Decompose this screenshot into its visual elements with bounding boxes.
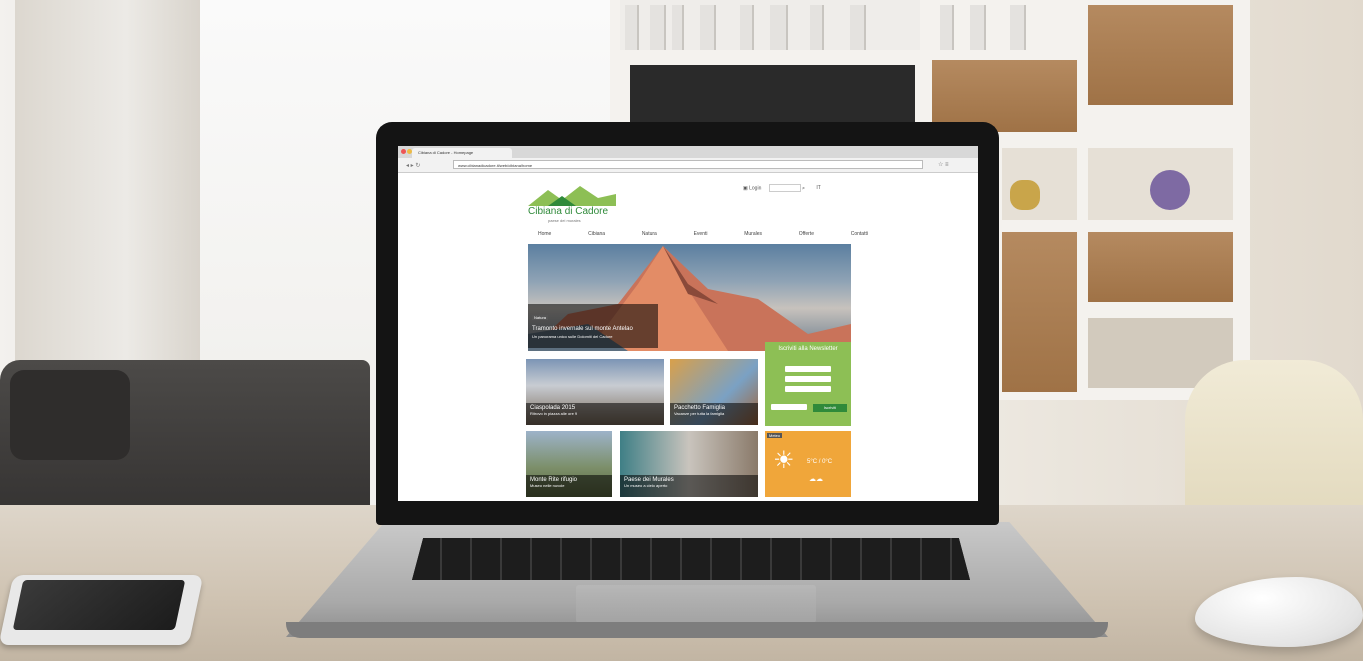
book (970, 5, 986, 50)
laptop-base-edge (286, 622, 1108, 638)
book (940, 5, 954, 50)
newsletter-submit-button[interactable]: Iscriviti (813, 404, 847, 412)
tile-text: Vacanze per tutta la famiglia (674, 411, 725, 416)
site-utility-bar: ▣ Login ⌕ IT (743, 184, 821, 192)
site-logo-mountains[interactable] (528, 184, 616, 206)
tile-caption: Paese dei Murales Un museo a cielo apert… (620, 475, 758, 497)
language-selector[interactable]: IT (816, 185, 820, 191)
search-icon[interactable]: ⌕ (802, 185, 805, 191)
browser-url-input[interactable]: www.cibianadicadore.it/web/cibiana/home (453, 160, 923, 169)
newsletter-email-input[interactable] (785, 386, 831, 392)
tile-caption: Ciaspolada 2015 Ritrovo in piazza alle o… (526, 403, 664, 425)
nav-item-contatti[interactable]: Contatti (851, 231, 868, 241)
book (650, 5, 666, 50)
tile-text: Museo nelle nuvole (530, 483, 565, 488)
newsletter-surname-input[interactable] (785, 376, 831, 382)
event-tile[interactable]: Pacchetto Famiglia Vacanze per tutta la … (670, 359, 758, 425)
hero-slider[interactable]: Natura Tramonto invernale sul monte Ante… (528, 244, 851, 351)
nav-item-cibiana[interactable]: Cibiana (588, 231, 605, 241)
stool (1185, 360, 1363, 520)
main-navigation: Home Cibiana Natura Eventi Murales Offer… (538, 231, 868, 241)
hero-tag: Natura (532, 315, 549, 320)
nav-item-home[interactable]: Home (538, 231, 551, 241)
nature-tile[interactable]: Monte Rite rifugio Museo nelle nuvole (526, 431, 612, 497)
tile-text: Un museo a cielo aperto (624, 483, 668, 488)
hero-text: Un panorama unico sulle Dolomiti del Cad… (532, 334, 613, 339)
weather-tag: Meteo (767, 433, 783, 438)
book (770, 5, 788, 50)
tile-text: Ritrovo in piazza alle ore 9 (530, 411, 578, 416)
newsletter-box: Iscriviti alla Newsletter Iscriviti (765, 342, 851, 426)
site-logo-title[interactable]: Cibiana di Cadore (528, 206, 608, 217)
tile-caption: Monte Rite rifugio Museo nelle nuvole (526, 475, 612, 497)
nav-item-natura[interactable]: Natura (642, 231, 657, 241)
newsletter-title: Iscriviti alla Newsletter (778, 346, 838, 352)
decor-flowers (1150, 170, 1190, 210)
laptop-screen: Cibiana di Cadore - Homepage ◂ ▸ ↻ www.c… (398, 146, 978, 501)
book (1010, 5, 1026, 50)
murales-tile[interactable]: Paese dei Murales Un museo a cielo apert… (620, 431, 758, 497)
hero-title[interactable]: Tramonto invernale sul monte Antelao (532, 326, 654, 332)
nav-item-murales[interactable]: Murales (744, 231, 762, 241)
close-window-icon[interactable] (401, 149, 406, 154)
book (700, 5, 716, 50)
newsletter-name-input[interactable] (785, 366, 831, 372)
site-logo-subtitle: paese dei murales (548, 218, 581, 223)
wood-panel (1002, 232, 1077, 392)
weather-widget[interactable]: Meteo ☀ 5°C / 0°C ☁☁ (765, 431, 851, 497)
search-input[interactable] (768, 184, 801, 192)
back-arrow-icon[interactable]: ◂ ▸ ↻ (406, 162, 420, 169)
book (810, 5, 824, 50)
newsletter-privacy-input[interactable] (771, 404, 807, 410)
smartphone-screen (12, 580, 186, 630)
cloud-icon: ☁☁ (809, 476, 823, 483)
login-icon[interactable]: ▣ (743, 185, 748, 191)
browser-tab[interactable]: Cibiana di Cadore - Homepage (412, 148, 512, 158)
sofa-arm (10, 370, 130, 460)
sun-icon: ☀ (773, 447, 795, 474)
event-tile[interactable]: Ciaspolada 2015 Ritrovo in piazza alle o… (526, 359, 664, 425)
book (850, 5, 866, 50)
book (672, 5, 684, 50)
book (740, 5, 754, 50)
wood-panel (1088, 5, 1233, 105)
tile-caption: Pacchetto Famiglia Vacanze per tutta la … (670, 403, 758, 425)
hero-caption: Natura Tramonto invernale sul monte Ante… (528, 304, 658, 348)
browser-menu-icon[interactable]: ☆ ≡ (938, 161, 949, 168)
login-link[interactable]: Login (749, 185, 761, 191)
laptop-keyboard (412, 538, 970, 580)
weather-temperature: 5°C / 0°C (807, 459, 833, 465)
book (625, 5, 639, 50)
nav-item-offerte[interactable]: Offerte (799, 231, 814, 241)
laptop-trackpad (576, 585, 816, 623)
decor-vase (1010, 180, 1040, 210)
wood-panel (1088, 232, 1233, 302)
nav-item-eventi[interactable]: Eventi (694, 231, 708, 241)
